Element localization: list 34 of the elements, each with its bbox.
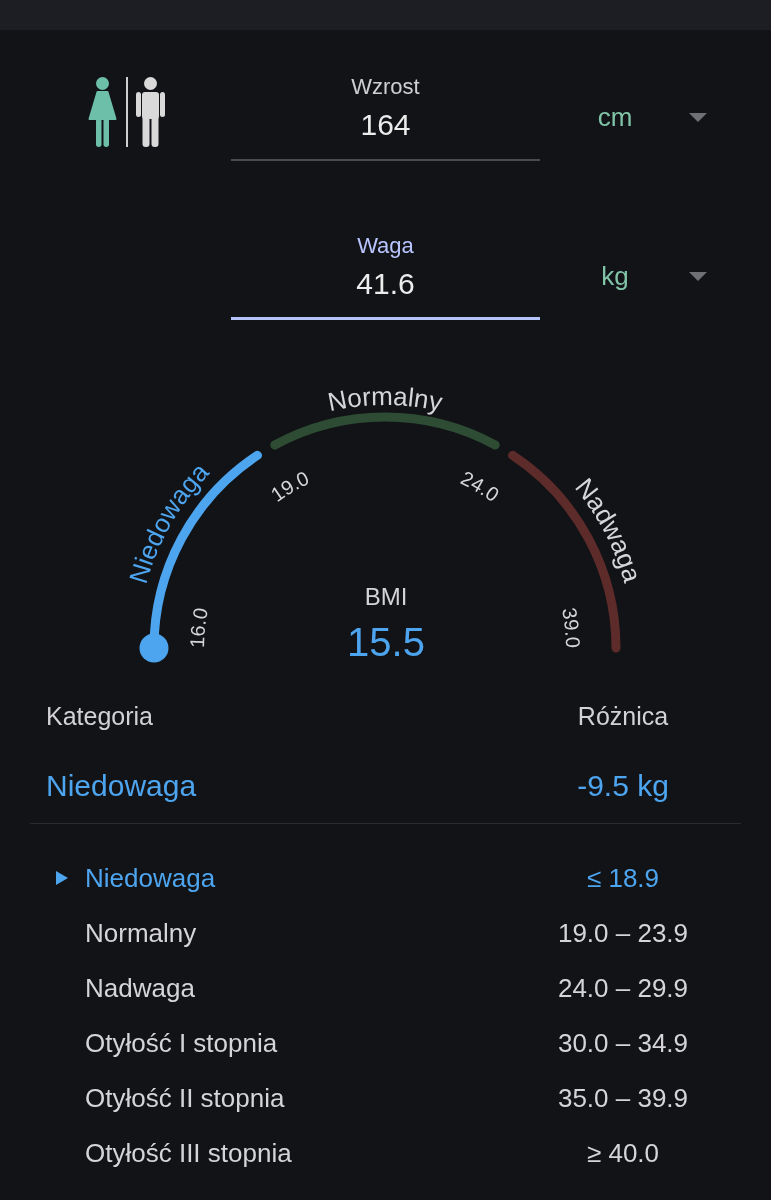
category-name: Normalny [85, 917, 197, 948]
category-range: ≥ 40.0 [586, 1137, 660, 1168]
selected-row-marker-icon [56, 870, 68, 885]
category-range: 30.0 – 34.9 [557, 1027, 689, 1058]
category-range: ≤ 18.9 [586, 862, 660, 893]
male-figure-icon[interactable] [135, 77, 165, 147]
field-value: 41.6 [356, 266, 415, 302]
gauge-tick-label: 19.0 [266, 466, 313, 506]
category-name: Otyłość I stopnia [85, 1027, 278, 1058]
category-range: 19.0 – 23.9 [557, 917, 689, 948]
field-value: 164 [360, 107, 411, 143]
category-range: 35.0 – 39.9 [557, 1082, 689, 1113]
caret-icon [689, 271, 707, 281]
input-field[interactable]: Waga 41.6 [231, 232, 540, 320]
category-name: Niedowaga [85, 862, 216, 893]
category-name: Otyłość III stopnia [85, 1137, 292, 1168]
caret-icon [689, 112, 707, 122]
column-heading: Kategoria [46, 701, 154, 731]
category-range: 24.0 – 29.9 [557, 972, 689, 1003]
category-name: Nadwaga [85, 972, 195, 1003]
gauge-range-label: Normalny [325, 381, 445, 418]
gauge-title: BMI [364, 583, 408, 610]
field-label: Waga [357, 232, 414, 260]
field-label: Wzrost [351, 73, 420, 101]
bmi-category: Niedowaga [46, 768, 197, 804]
column-heading: Różnica [577, 701, 669, 731]
unit-dropdown[interactable]: cm [580, 101, 707, 133]
gauge-tick-label: 24.0 [457, 466, 504, 506]
weight-difference: -9.5 kg [577, 768, 669, 804]
bmi-value: 15.5 [347, 620, 425, 664]
input-field[interactable]: Wzrost 164 [231, 73, 540, 161]
female-figure-icon[interactable] [87, 77, 118, 147]
unit-dropdown[interactable]: kg [580, 260, 707, 292]
category-name: Otyłość II stopnia [85, 1082, 285, 1113]
